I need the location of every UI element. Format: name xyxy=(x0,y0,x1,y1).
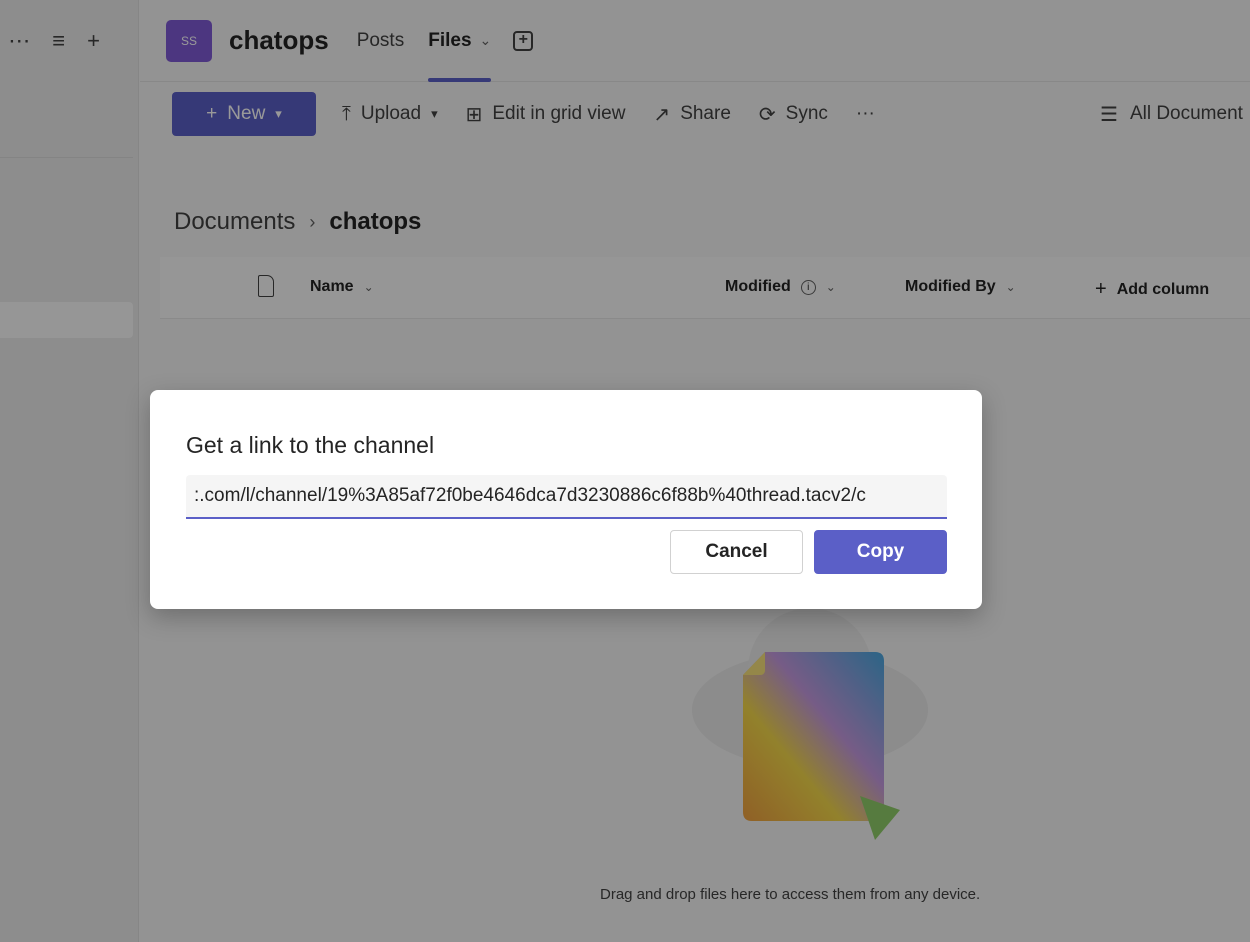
get-link-dialog: Get a link to the channel Cancel Copy xyxy=(150,390,982,609)
dialog-title: Get a link to the channel xyxy=(186,432,435,458)
copy-button[interactable]: Copy xyxy=(814,530,947,574)
cancel-button[interactable]: Cancel xyxy=(670,530,803,574)
channel-link-field[interactable] xyxy=(186,475,947,519)
